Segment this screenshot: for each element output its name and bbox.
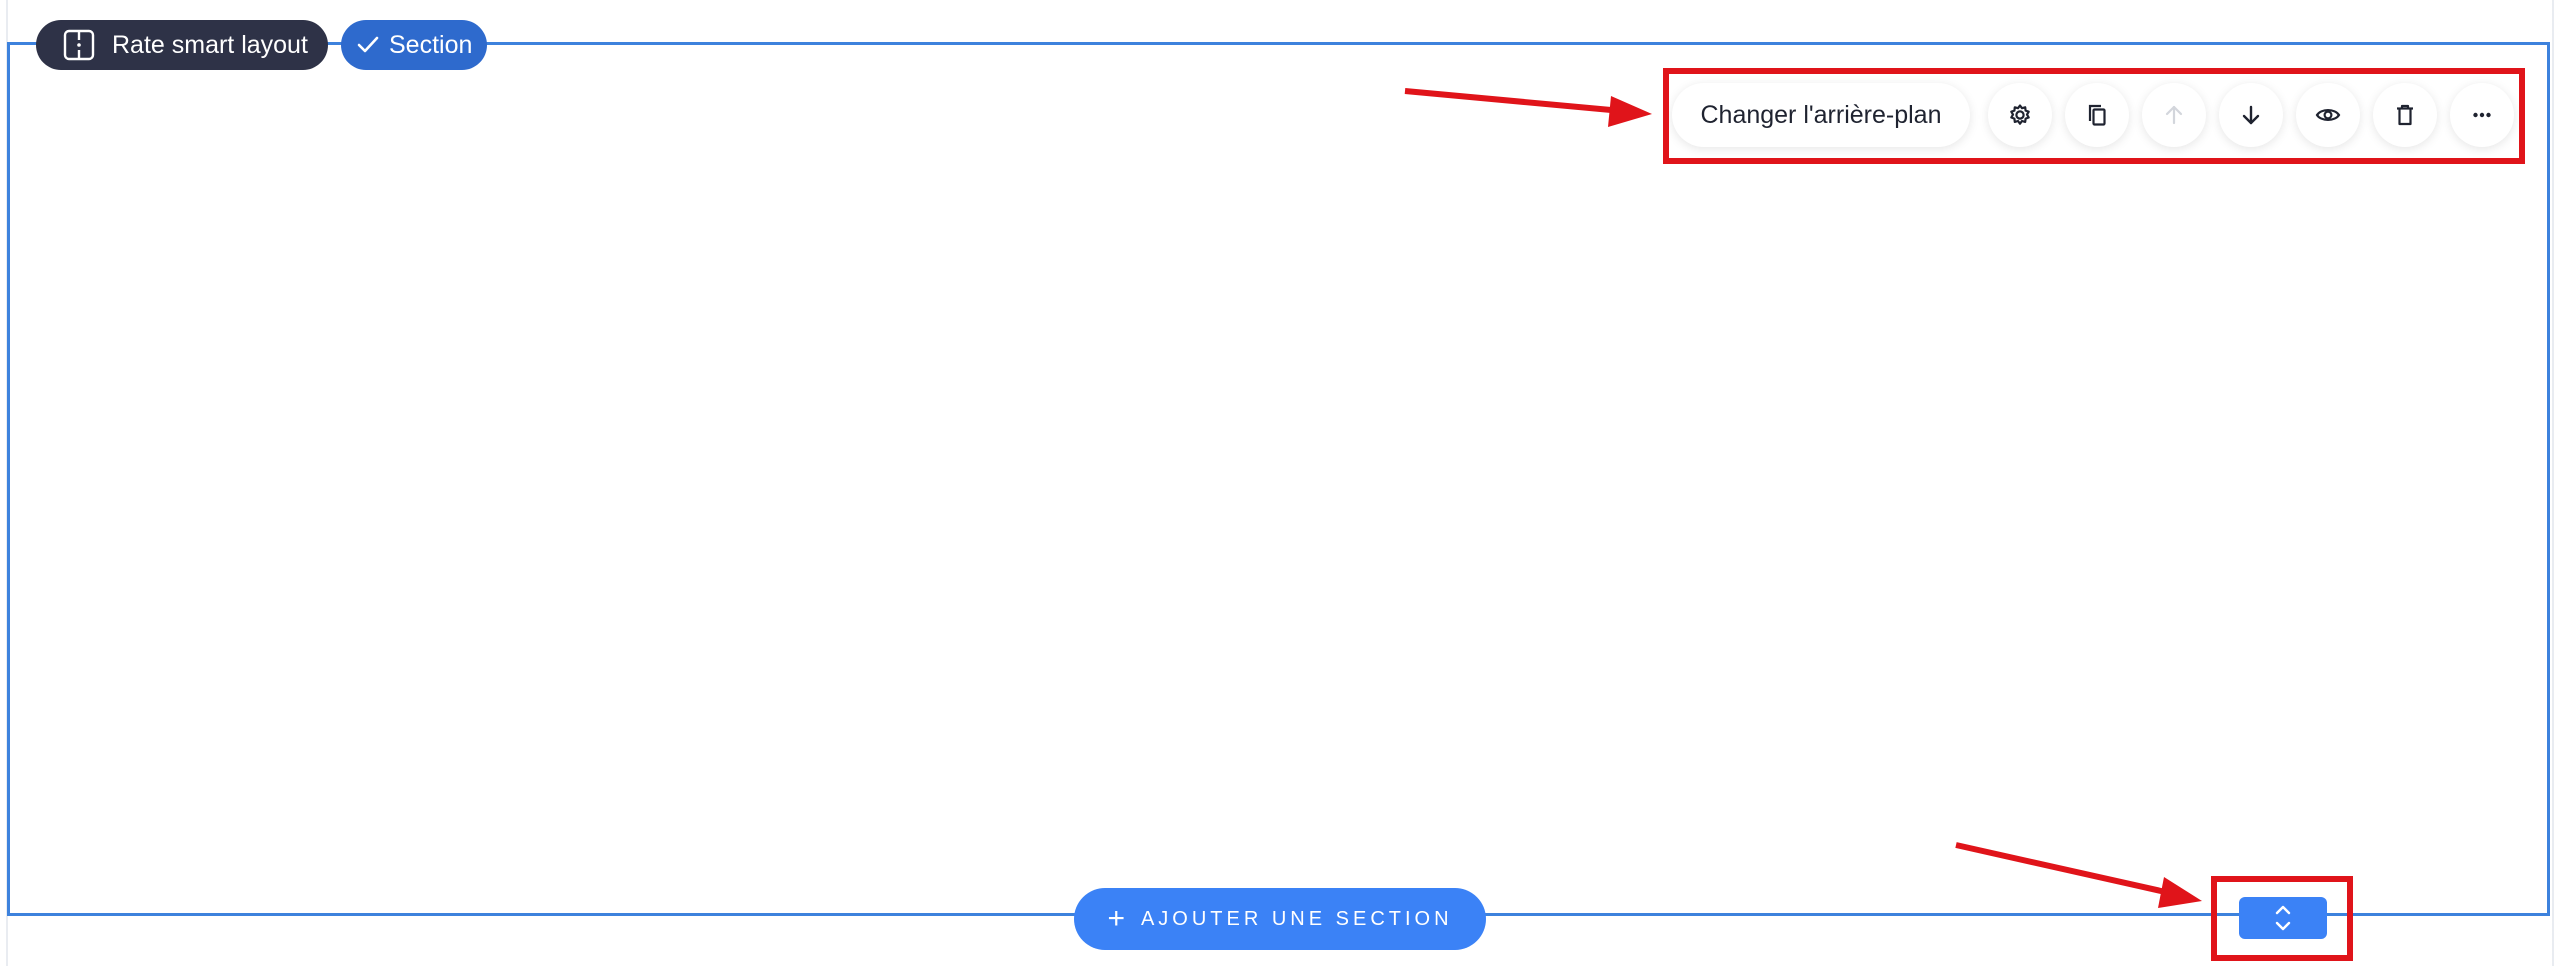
selected-section-frame[interactable]	[7, 42, 2550, 916]
page-right-edge	[2552, 0, 2554, 966]
section-tag-label: Section	[389, 30, 473, 59]
rate-layout-icon	[62, 28, 96, 62]
rate-smart-layout-button[interactable]: Rate smart layout	[36, 20, 328, 70]
section-resize-handle[interactable]	[2239, 897, 2327, 939]
section-tag[interactable]: Section	[341, 20, 487, 70]
add-section-label: AJOUTER UNE SECTION	[1140, 907, 1453, 930]
rate-smart-layout-label: Rate smart layout	[112, 30, 308, 59]
plus-icon: +	[1107, 902, 1125, 935]
chevron-up-down-icon	[2271, 903, 2295, 933]
checkmark-icon	[355, 32, 381, 58]
add-section-button[interactable]: + AJOUTER UNE SECTION	[1074, 888, 1486, 950]
toolbar-highlight-box	[1663, 68, 2525, 164]
